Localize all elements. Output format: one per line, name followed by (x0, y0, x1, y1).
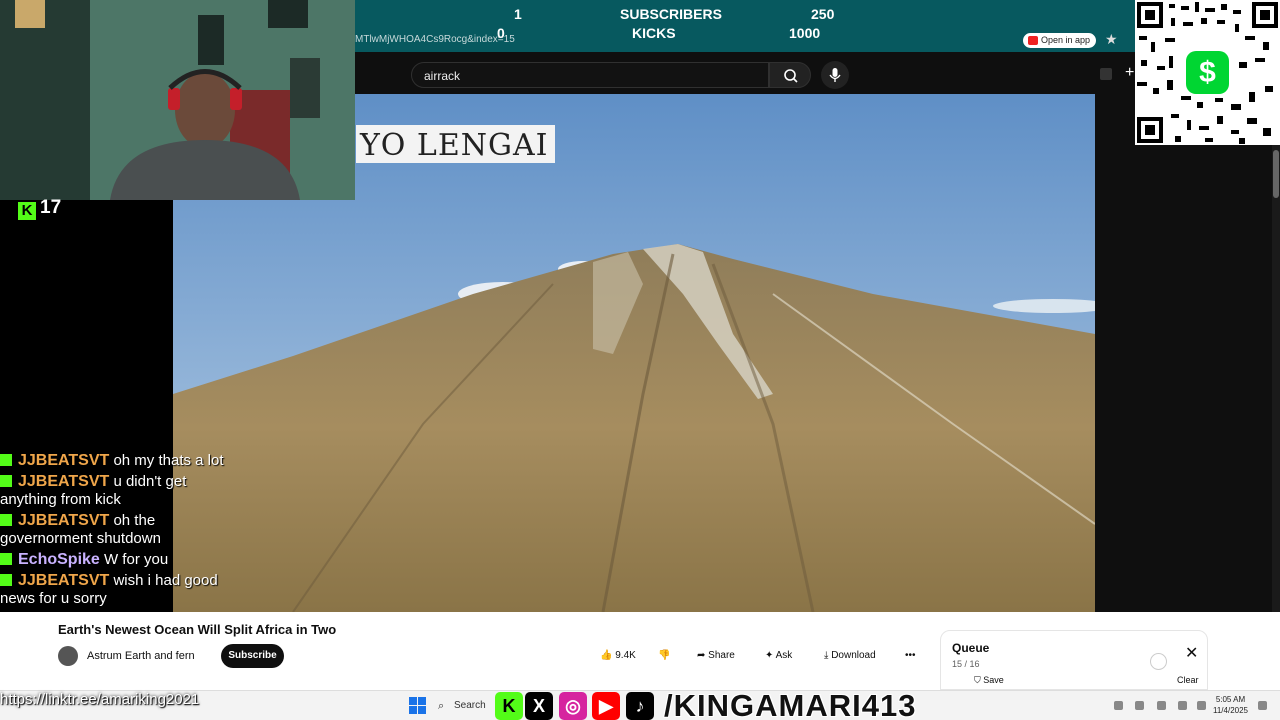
download-label: Download (831, 650, 876, 661)
kick-badge-icon (0, 574, 12, 586)
windows-start-icon[interactable] (409, 697, 426, 714)
channel-avatar[interactable] (58, 646, 78, 666)
thumbs-up-icon: 👍 (600, 650, 613, 661)
queue-panel: Queue 15 / 16 ✕ ⛉ Save Clear (940, 630, 1208, 690)
subscribers-label: SUBSCRIBERS (620, 6, 722, 22)
youtube-header: airrack + (355, 52, 1135, 94)
video-info-panel: Earth's Newest Ocean Will Split Africa i… (0, 612, 1280, 690)
chat-username: JJBEATSVT (18, 572, 110, 589)
scrollbar[interactable] (1272, 145, 1280, 690)
webcam-feed (0, 0, 355, 200)
microphone-icon (829, 68, 841, 82)
scrollbar-thumb[interactable] (1273, 150, 1279, 198)
ask-button[interactable]: ✦ Ask (765, 645, 792, 667)
ask-label: Ask (775, 650, 793, 661)
queue-save-button[interactable]: ⛉ Save (974, 675, 1004, 686)
search-icon: ⌕ (438, 700, 445, 712)
channel-name[interactable]: Astrum Earth and fern (87, 650, 195, 662)
download-icon: ⤓ (824, 650, 829, 661)
subscribe-button[interactable]: Subscribe (221, 644, 284, 668)
clock-time: 5:05 AM (1215, 695, 1246, 704)
volume-icon[interactable] (1178, 701, 1187, 710)
close-icon[interactable]: ✕ (1185, 643, 1198, 663)
cashapp-logo-icon: $ (1186, 51, 1229, 94)
kick-icon: K (495, 692, 523, 720)
search-button[interactable] (769, 62, 811, 88)
viewer-count: K 17 (18, 197, 61, 220)
dislike-button[interactable]: 👎 (658, 645, 670, 667)
chat-username: JJBEATSVT (18, 452, 110, 469)
create-plus-icon[interactable]: + (1125, 64, 1134, 82)
taskbar-search-label: Search (454, 700, 486, 711)
share-button[interactable]: ➦ Share (697, 645, 735, 667)
queue-count: 15 / 16 (952, 659, 980, 669)
wifi-icon[interactable] (1157, 701, 1166, 710)
cast-icon[interactable] (1100, 68, 1112, 80)
battery-icon[interactable] (1197, 701, 1206, 710)
bookmark-icon: ⛉ (974, 675, 981, 685)
x-icon: X (525, 692, 553, 720)
address-bar-url[interactable]: MTlwMjWHOA4Cs9Rocg&index=15 (355, 34, 515, 45)
clock-date: 11/4/2025 (1213, 706, 1248, 715)
open-in-app-button[interactable]: Open in app (1023, 33, 1097, 48)
video-title: Earth's Newest Ocean Will Split Africa i… (58, 622, 337, 637)
webcam-scene (0, 0, 355, 200)
sparkle-icon: ✦ (765, 650, 774, 661)
chat-username: JJBEATSVT (18, 473, 110, 490)
loading-circle-icon (1150, 653, 1167, 670)
download-button[interactable]: ⤓ Download (824, 645, 876, 667)
chat-text: W for you (103, 551, 169, 568)
kick-badge-icon (0, 475, 12, 487)
streamer-handle: /KINGAMARI413 (664, 688, 917, 720)
chat-message: EchoSpike W for you (0, 551, 240, 569)
share-icon: ➦ (697, 650, 706, 661)
chat-username: JJBEATSVT (18, 512, 110, 529)
more-icon: ••• (905, 650, 916, 661)
viewer-count-number: 17 (40, 197, 62, 218)
share-label: Share (708, 650, 735, 661)
kick-badge-icon (0, 454, 12, 466)
goal-counter-banner: MTlwMjWHOA4Cs9Rocg&index=15 1 SUBSCRIBER… (355, 0, 1135, 52)
search-input[interactable]: airrack (411, 62, 769, 88)
chat-username: EchoSpike (18, 551, 100, 568)
youtube-icon: ▶ (592, 692, 620, 720)
chat-text: oh my thats a lot (113, 452, 224, 469)
chat-message: JJBEATSVT u didn't get anything from kic… (0, 473, 240, 509)
kicks-goal: 1000 (789, 25, 821, 41)
chat-message: JJBEATSVT wish i had good news for u sor… (0, 572, 240, 608)
kicks-current: 0 (497, 25, 505, 41)
kicks-label: KICKS (632, 25, 676, 41)
like-count: 9.4K (615, 650, 636, 661)
video-title-card: YO LENGAI (356, 125, 555, 163)
save-label: Save (983, 675, 1004, 685)
subscribers-current: 1 (514, 6, 522, 22)
notification-icon[interactable] (1258, 701, 1267, 710)
kick-badge-icon (0, 553, 12, 565)
more-actions-button[interactable]: ••• (905, 645, 916, 667)
taskbar-clock[interactable]: 5:05 AM 11/4/2025 (1213, 694, 1248, 716)
chat-message: JJBEATSVT oh my thats a lot (0, 452, 240, 470)
search-icon (784, 69, 798, 83)
bookmark-star-icon[interactable]: ★ (1105, 31, 1118, 48)
kick-logo-icon: K (18, 202, 36, 220)
tray-chevron-icon[interactable] (1114, 701, 1123, 710)
subscribers-goal: 250 (811, 6, 835, 22)
tiktok-icon: ♪ (626, 692, 654, 720)
linktree-url: https://linktr.ee/amariking2021 (0, 691, 200, 708)
thumbs-down-icon: 👎 (658, 650, 671, 661)
cloud-icon[interactable] (1135, 701, 1144, 710)
sidebar-area (1095, 94, 1280, 612)
queue-clear-button[interactable]: Clear (1177, 675, 1199, 685)
chat-message: JJBEATSVT oh the governorment shutdown (0, 512, 240, 548)
kick-badge-icon (0, 514, 12, 526)
like-button[interactable]: 👍 9.4K (600, 645, 636, 667)
voice-search-button[interactable] (821, 61, 849, 89)
taskbar-search[interactable]: ⌕ Search (434, 696, 494, 716)
instagram-icon: ◎ (559, 692, 587, 720)
queue-title: Queue (952, 641, 990, 655)
